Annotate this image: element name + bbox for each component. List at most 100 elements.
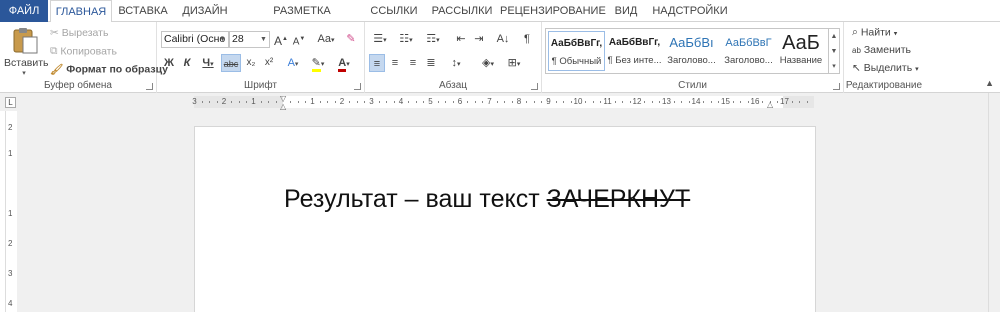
ruler-tick <box>393 101 395 103</box>
numbering-icon: ☷ <box>399 33 410 45</box>
document-text[interactable]: Результат – ваш текст <box>284 185 547 213</box>
justify-button[interactable]: ≣ <box>423 54 439 72</box>
tab-home[interactable]: ГЛАВНАЯ <box>50 0 112 23</box>
ruler-number: 13 <box>662 97 671 106</box>
gallery-scroll-up-icon[interactable]: ▲ <box>828 29 839 44</box>
vertical-scrollbar[interactable] <box>988 93 1000 312</box>
sort-button[interactable]: A↓ <box>493 30 513 48</box>
ruler-tick <box>349 101 351 103</box>
show-marks-button[interactable]: ¶ <box>519 30 535 48</box>
style-heading-2[interactable]: АаБбВвГ Заголово... <box>720 31 777 71</box>
style-heading-1[interactable]: АаБбВı Заголово... <box>663 31 720 71</box>
strikethrough-text[interactable]: ЗАЧЕРКНУТ <box>547 185 691 213</box>
document-paragraph[interactable]: Результат – ваш текст ЗАЧЕРКНУТ <box>284 185 690 214</box>
font-size-combo[interactable]: 28 ▼ <box>229 31 270 48</box>
style-no-spacing[interactable]: АаБбВвГг, ¶ Без инте... <box>606 31 663 71</box>
ruler-tick <box>614 101 616 103</box>
document-page[interactable]: Результат – ваш текст ЗАЧЕРКНУТ <box>194 126 816 312</box>
text-effects-button[interactable]: A▾ <box>283 54 303 72</box>
borders-button[interactable]: ⊞▾ <box>503 54 525 72</box>
italic-button[interactable]: К <box>179 54 195 72</box>
change-case-button[interactable]: Aa▾ <box>314 30 338 48</box>
align-left-button[interactable]: ≡ <box>369 54 385 72</box>
ruler-tick <box>732 101 734 103</box>
tab-addins[interactable]: НАДСТРОЙКИ <box>650 0 730 22</box>
increase-indent-button[interactable]: ⇥ <box>471 30 487 48</box>
select-button[interactable]: ↖ Выделить ▾ <box>852 62 919 74</box>
strikethrough-button[interactable]: abc <box>221 54 241 72</box>
editing-group-label: Редактирование <box>845 80 923 91</box>
bullets-button[interactable]: ☰▾ <box>369 30 391 48</box>
borders-icon: ⊞ <box>507 57 517 69</box>
ruler-tick <box>806 101 808 103</box>
ruler-tick <box>681 101 683 103</box>
tab-mailings[interactable]: РАССЫЛКИ <box>428 0 496 22</box>
tab-file[interactable]: ФАЙЛ <box>0 0 48 22</box>
tab-page-layout[interactable]: РАЗМЕТКА СТРАНИЦЫ <box>244 0 360 39</box>
right-indent-icon[interactable]: △ <box>767 100 773 109</box>
ruler-tick <box>710 101 712 103</box>
highlight-button[interactable]: ✎▾ <box>307 54 329 72</box>
numbering-button[interactable]: ☷▾ <box>395 30 417 48</box>
dialog-launcher-icon[interactable] <box>354 83 361 90</box>
font-color-button[interactable]: A▾ <box>333 54 355 72</box>
horizontal-ruler[interactable]: 3 2 1 1 2 3 4 5 6 7 8 9 10 11 12 13 14 15 16 17 ▽ △ △ <box>192 94 814 111</box>
clipboard-group-label: Буфер обмена <box>44 80 112 91</box>
paragraph-group-label: Абзац <box>438 80 468 91</box>
hanging-indent-icon[interactable]: △ <box>280 102 286 111</box>
shading-button[interactable]: ◈▾ <box>477 54 499 72</box>
tab-view[interactable]: ВИД <box>608 0 644 22</box>
gallery-more-icon[interactable]: ▾ <box>828 59 839 74</box>
gallery-scroll-down-icon[interactable]: ▼ <box>828 44 839 59</box>
ruler-number: 16 <box>750 97 760 106</box>
multilevel-list-button[interactable]: ☶▾ <box>421 30 445 48</box>
paste-button[interactable]: Вставить ▾ <box>4 26 49 78</box>
grow-font-button[interactable]: A▲ <box>274 30 288 48</box>
dialog-launcher-icon[interactable] <box>833 83 840 90</box>
tab-selector-icon[interactable]: L <box>5 97 16 108</box>
format-painter-button[interactable]: 🖌 Формат по образцу <box>50 63 168 76</box>
underline-button[interactable]: Ч▾ <box>197 54 219 72</box>
sort-icon: A↓ <box>496 33 510 45</box>
tab-insert[interactable]: ВСТАВКА <box>114 0 172 22</box>
ruler-tick <box>644 101 646 103</box>
clear-formatting-icon[interactable]: ✎ <box>343 30 359 48</box>
line-spacing-button[interactable]: ↕▾ <box>445 54 467 72</box>
superscript-button[interactable]: x² <box>261 54 277 72</box>
tab-review[interactable]: РЕЦЕНЗИРОВАНИЕ <box>500 0 606 22</box>
font-name-combo[interactable]: Calibri (Осно ▼ <box>161 31 229 48</box>
increase-indent-icon: ⇥ <box>474 33 484 45</box>
ruler-tick <box>201 101 203 103</box>
ruler-number: 12 <box>632 97 642 106</box>
dialog-launcher-icon[interactable] <box>146 83 153 90</box>
replace-icon: ab <box>852 45 861 55</box>
subscript-button[interactable]: x₂ <box>243 54 259 72</box>
shrink-font-button[interactable]: A▼ <box>292 30 306 48</box>
cut-button[interactable]: ✂ Вырезать <box>50 27 108 39</box>
paste-icon <box>13 28 38 54</box>
replace-button[interactable]: ab Заменить <box>852 44 911 56</box>
ruler-tick <box>762 101 764 103</box>
style-normal[interactable]: АаБбВвГг, ¶ Обычный <box>548 31 605 71</box>
bold-button[interactable]: Ж <box>161 54 177 72</box>
collapse-ribbon-icon[interactable]: ▲ <box>985 78 994 88</box>
style-title[interactable]: АаБ Название <box>776 31 826 71</box>
tab-design[interactable]: ДИЗАЙН <box>176 0 234 22</box>
editing-group: ⌕ Найти ▾ ab Заменить ↖ Выделить ▾ Редак… <box>844 22 924 93</box>
ruler-tick <box>747 101 749 103</box>
ruler-tick <box>268 101 270 103</box>
ruler-tick <box>474 101 476 103</box>
ruler-tick <box>356 101 358 103</box>
align-right-button[interactable]: ≡ <box>405 54 421 72</box>
vertical-ruler[interactable]: 2 1 1 2 3 4 <box>5 111 16 312</box>
find-button[interactable]: ⌕ Найти ▾ <box>852 26 897 39</box>
dialog-launcher-icon[interactable] <box>531 83 538 90</box>
ruler-number: 6 <box>457 97 463 106</box>
align-center-button[interactable]: ≡ <box>387 54 403 72</box>
tab-references[interactable]: ССЫЛКИ <box>366 0 422 22</box>
ruler-tick <box>688 101 690 103</box>
ruler-tick <box>600 101 602 103</box>
copy-button[interactable]: ⧉ Копировать <box>50 45 117 58</box>
bullets-icon: ☰ <box>373 33 384 45</box>
decrease-indent-button[interactable]: ⇤ <box>453 30 469 48</box>
